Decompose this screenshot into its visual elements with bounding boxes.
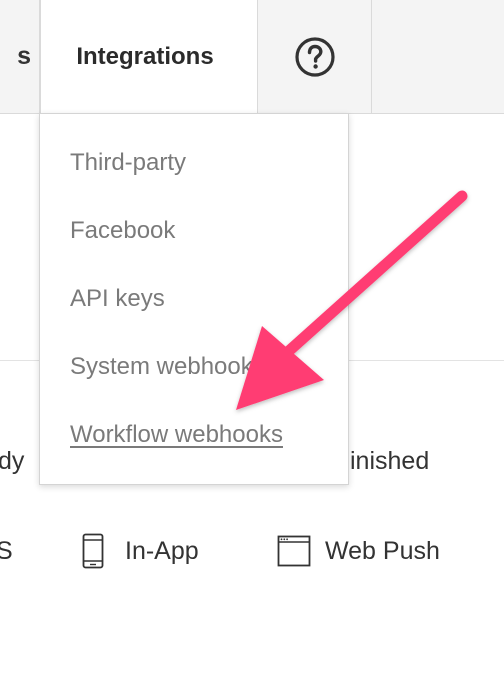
browser-window-icon xyxy=(277,535,311,567)
menu-item-system-webhooks[interactable]: System webhooks xyxy=(70,353,265,381)
menu-item-facebook[interactable]: Facebook xyxy=(70,217,175,245)
channel-partial: S xyxy=(0,537,13,565)
nav-empty-area xyxy=(372,0,504,113)
top-nav: s Integrations xyxy=(0,0,504,114)
nav-tab-previous-label: s xyxy=(17,42,31,70)
status-finished-partial: inished xyxy=(350,447,430,475)
menu-item-third-party[interactable]: Third-party xyxy=(70,149,186,177)
menu-item-workflow-webhooks[interactable]: Workflow webhooks xyxy=(70,421,283,449)
status-label-partial: dy xyxy=(0,447,25,475)
help-button[interactable] xyxy=(258,0,372,113)
channel-in-app-label[interactable]: In-App xyxy=(125,537,199,566)
question-circle-icon xyxy=(294,36,335,77)
nav-tab-integrations-label: Integrations xyxy=(76,43,214,70)
channel-web-push-label[interactable]: Web Push xyxy=(325,537,440,566)
nav-tab-previous[interactable]: s xyxy=(0,0,40,113)
menu-item-api-keys[interactable]: API keys xyxy=(70,285,165,313)
mobile-phone-icon xyxy=(82,533,104,569)
nav-tab-integrations[interactable]: Integrations xyxy=(40,0,258,114)
integrations-dropdown: Third-party Facebook API keys System web… xyxy=(39,113,349,485)
